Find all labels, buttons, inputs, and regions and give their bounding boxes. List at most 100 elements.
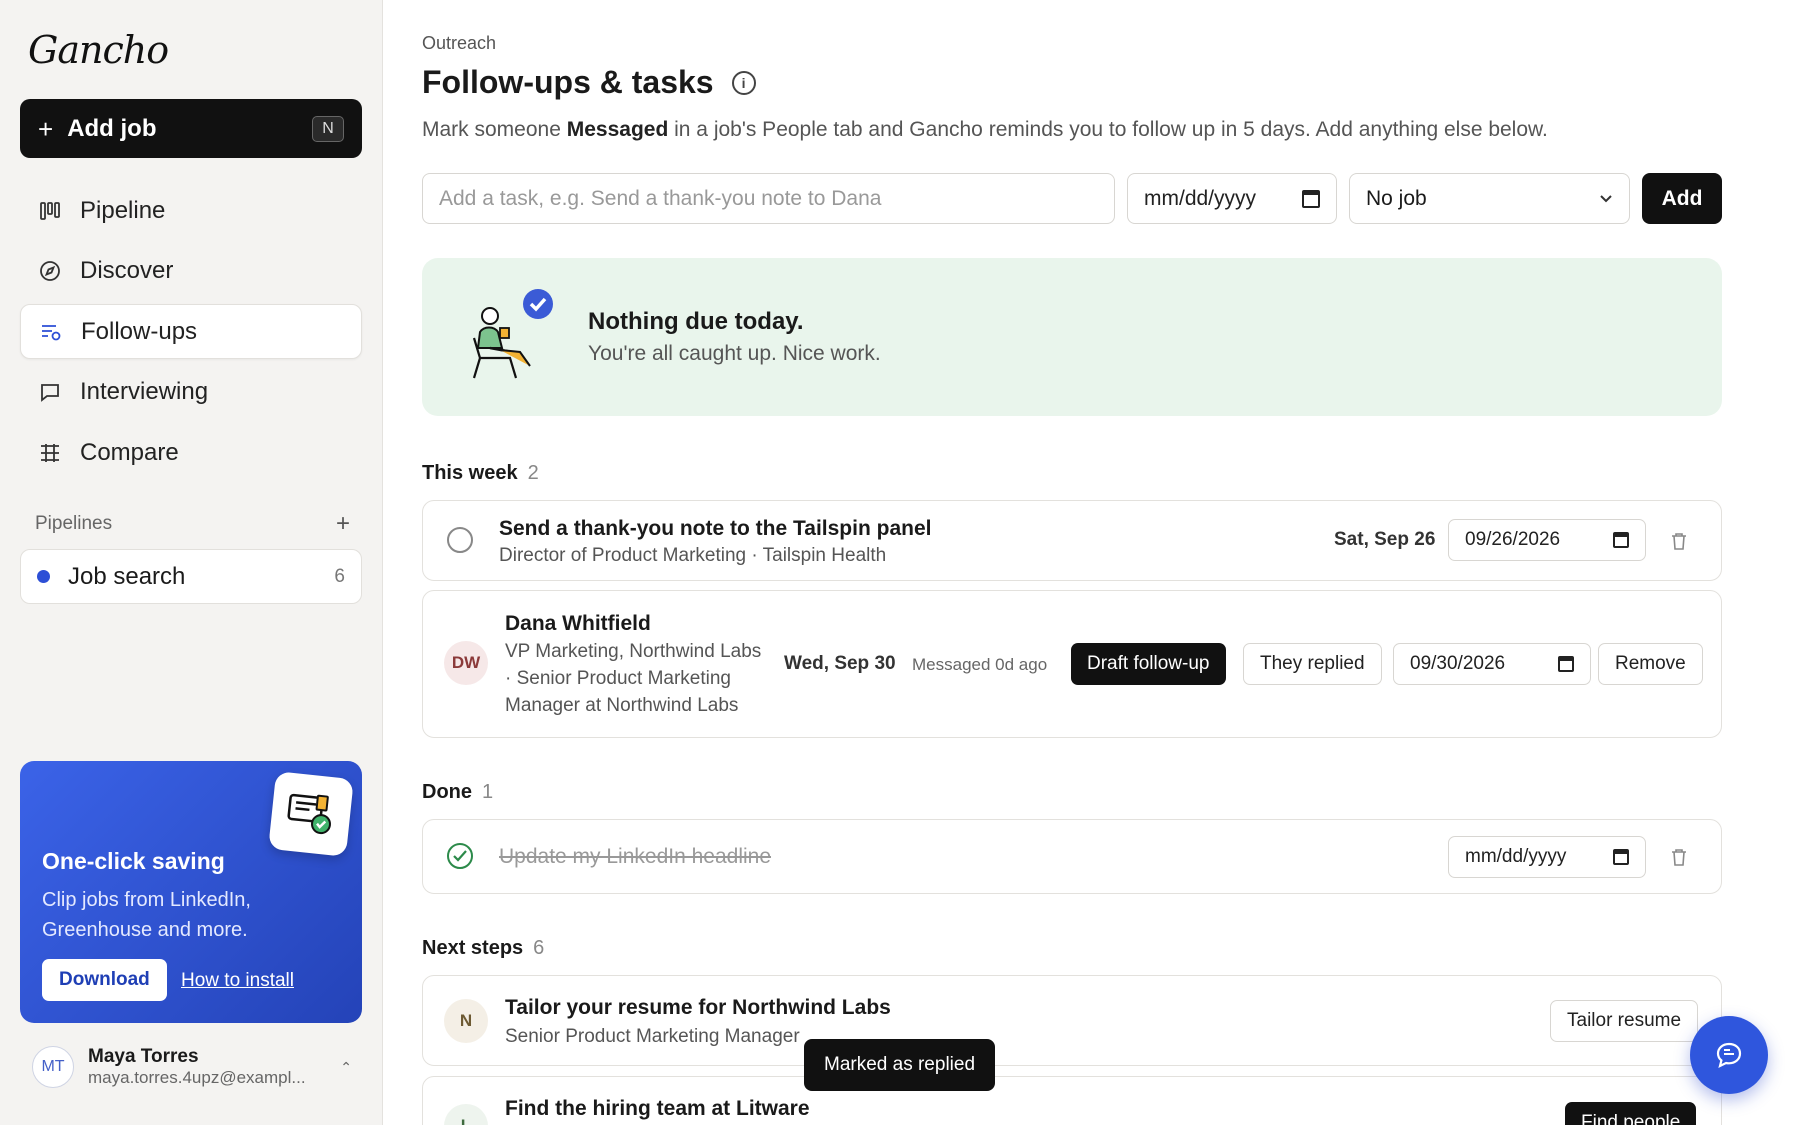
section-title: This week [422, 462, 518, 484]
pipeline-icon [40, 201, 60, 220]
chevron-up-icon: ⌃ [340, 1058, 352, 1075]
this-week-heading: This week 2 [422, 462, 539, 485]
sidebar-item-follow-ups[interactable]: Follow-ups [20, 304, 362, 359]
avatar: MT [32, 1046, 74, 1088]
task-title: Send a thank-you note to the Tailspin pa… [499, 517, 932, 540]
pipelines-heading: Pipelines + [35, 510, 350, 538]
sidebar-item-interviewing[interactable]: Interviewing [20, 365, 362, 420]
toast-notification: Marked as replied [804, 1039, 996, 1091]
avatar: L [444, 1104, 488, 1125]
promo-title: One-click saving [42, 848, 225, 874]
date-placeholder: mm/dd/yyyy [1144, 186, 1257, 210]
remove-button[interactable]: Remove [1598, 643, 1703, 685]
chat-support-button[interactable] [1690, 1016, 1768, 1094]
job-select[interactable]: No job [1349, 173, 1630, 224]
subtitle-pre: Mark someone [422, 118, 561, 141]
tailor-resume-button[interactable]: Tailor resume [1550, 1000, 1699, 1042]
info-icon[interactable]: i [731, 70, 756, 95]
find-people-button[interactable]: Find people [1565, 1102, 1697, 1125]
chat-icon [41, 384, 59, 402]
sidebar-item-pipeline[interactable]: Pipeline [20, 183, 362, 238]
task-date-value: 09/26/2026 [1465, 529, 1561, 550]
sidebar-item-label: Pipeline [80, 196, 166, 224]
pipeline-item-job-search[interactable]: Job search 6 [20, 549, 362, 604]
user-email: maya.torres.4upz@exampl... [88, 1068, 306, 1087]
section-count: 2 [527, 462, 539, 484]
subtitle-post: in a job's People tab and Gancho reminds… [674, 118, 1548, 141]
pipelines-heading-label: Pipelines [35, 513, 113, 534]
next-steps-heading: Next steps 6 [422, 937, 544, 960]
check-circle-icon[interactable] [447, 843, 473, 869]
page-subtitle: Mark someone Messaged in a job's People … [422, 118, 1548, 142]
task-date-input[interactable]: 09/26/2026 [1448, 519, 1646, 561]
next-step-title: Find the hiring team at Litware [505, 1097, 810, 1120]
avatar: N [444, 999, 488, 1043]
next-step-card: N Tailor your resume for Northwind Labs … [422, 975, 1722, 1066]
person-role-line3: Manager at Northwind Labs [505, 695, 739, 716]
pipeline-color-dot [37, 570, 50, 583]
task-due-date: Sat, Sep 26 [1334, 529, 1436, 550]
sidebar-item-label: Interviewing [80, 378, 209, 405]
section-count: 1 [482, 781, 494, 803]
sidebar-item-discover[interactable]: Discover [20, 244, 362, 299]
done-date-placeholder: mm/dd/yyyy [1465, 846, 1567, 867]
empty-state-title: Nothing due today. [588, 308, 804, 335]
next-step-title: Tailor your resume for Northwind Labs [505, 996, 891, 1019]
chevron-down-icon [1600, 194, 1612, 202]
draft-follow-up-button[interactable]: Draft follow-up [1071, 643, 1226, 685]
sidebar-item-label: Discover [80, 257, 174, 284]
sidebar-nav: Pipeline Discover Follow-ups Interviewin… [20, 183, 362, 486]
app-logo[interactable]: Gancho [28, 28, 169, 72]
calendar-icon [1302, 189, 1320, 208]
calendar-icon [1558, 656, 1574, 672]
avatar: DW [444, 641, 488, 685]
relaxing-person-illustration [472, 289, 553, 379]
add-task-button[interactable]: Add [1642, 173, 1722, 224]
extension-promo-card: One-click saving Clip jobs from LinkedIn… [20, 761, 362, 1023]
task-date-input[interactable]: mm/dd/yyyy [1127, 173, 1337, 224]
breadcrumb[interactable]: Outreach [422, 33, 496, 54]
trash-icon[interactable] [1671, 848, 1687, 866]
sidebar-item-label: Follow-ups [81, 317, 198, 345]
sidebar-item-label: Compare [80, 438, 179, 466]
done-heading: Done 1 [422, 781, 493, 804]
task-input[interactable]: Add a task, e.g. Send a thank-you note t… [422, 173, 1115, 224]
done-task-date-input[interactable]: mm/dd/yyyy [1448, 836, 1646, 878]
download-button[interactable]: Download [42, 959, 167, 1001]
user-name: Maya Torres [88, 1046, 199, 1067]
add-job-button[interactable]: + Add job N [20, 99, 362, 158]
task-subtitle: Director of Product Marketing · Tailspin… [499, 545, 887, 566]
add-pipeline-icon[interactable]: + [336, 510, 350, 538]
compare-icon [41, 443, 59, 462]
how-to-install-link[interactable]: How to install [181, 970, 294, 992]
pipeline-count: 6 [334, 565, 345, 587]
task-checkbox[interactable] [447, 527, 473, 553]
person-follow-up-card: DW Dana Whitfield VP Marketing, Northwin… [422, 590, 1722, 738]
they-replied-button[interactable]: They replied [1243, 643, 1382, 685]
job-select-value: No job [1366, 186, 1427, 210]
sidebar: Gancho + Add job N Pipeline Discover Fol… [0, 0, 383, 1125]
section-title: Done [422, 781, 472, 803]
sidebar-item-compare[interactable]: Compare [20, 425, 362, 480]
shortcut-badge: N [312, 115, 344, 142]
chat-bubble-icon [1716, 1042, 1742, 1069]
follow-up-date-value: 09/30/2026 [1410, 653, 1506, 674]
page-title-text: Follow-ups & tasks [422, 64, 714, 100]
calendar-icon [1613, 849, 1629, 865]
calendar-icon [1613, 532, 1629, 548]
compass-icon [40, 261, 60, 281]
user-menu[interactable]: MT Maya Torres maya.torres.4upz@exampl..… [32, 1046, 352, 1088]
subtitle-bold: Messaged [566, 118, 669, 141]
person-name[interactable]: Dana Whitfield [505, 612, 651, 636]
next-step-subtitle: Senior Product Marketing Manager [505, 1026, 800, 1047]
promo-description: Clip jobs from LinkedIn, Greenhouse and … [42, 889, 251, 941]
follow-up-date-input[interactable]: 09/30/2026 [1393, 643, 1591, 685]
empty-state-banner: Nothing due today. You're all caught up.… [422, 258, 1722, 416]
pipeline-name: Job search [68, 562, 186, 590]
page-title: Follow-ups & tasks i [422, 64, 756, 101]
user-info: Maya Torres maya.torres.4upz@exampl... [88, 1046, 340, 1088]
person-role-line1: VP Marketing, Northwind Labs [505, 641, 762, 662]
section-title: Next steps [422, 937, 524, 959]
empty-state-subtitle: You're all caught up. Nice work. [588, 342, 881, 365]
trash-icon[interactable] [1671, 532, 1687, 550]
